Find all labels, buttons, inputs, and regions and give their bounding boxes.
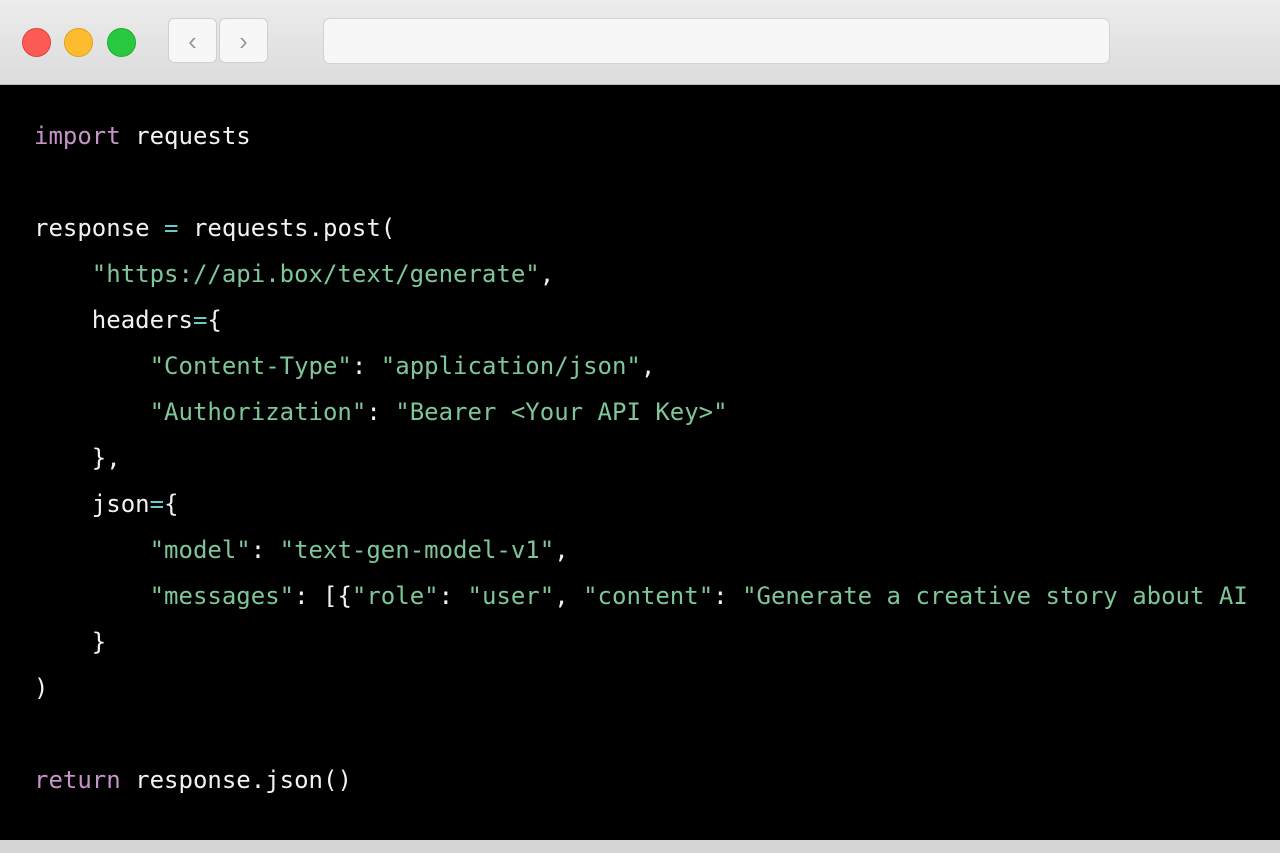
code-token-str: "messages" (149, 582, 295, 610)
code-token-id (34, 582, 150, 610)
back-button[interactable]: ‹ (168, 18, 217, 63)
code-token-kw: import (34, 122, 121, 150)
code-token-str: "Bearer <Your API Key>" (395, 398, 728, 426)
code-token-str: "application/json" (380, 352, 641, 380)
code-token-op: = (149, 490, 165, 518)
code-token-str: "role" (351, 582, 439, 610)
code-line: response = requests.post( (34, 205, 1280, 251)
code-token-pn: , (640, 352, 656, 380)
code-token-op: = (192, 306, 208, 334)
code-token-id (34, 352, 150, 380)
code-token-id (34, 260, 92, 288)
close-window-button[interactable] (22, 28, 51, 57)
chevron-left-icon: ‹ (188, 26, 197, 56)
code-token-str: "Authorization" (149, 398, 367, 426)
code-token-pn: }, (34, 444, 121, 472)
code-text: import requests response = requests.post… (0, 85, 1280, 803)
code-line: "model": "text-gen-model-v1", (34, 527, 1280, 573)
forward-button[interactable]: › (219, 18, 268, 63)
minimize-window-button[interactable] (64, 28, 93, 57)
code-token-id: requests.post( (178, 214, 396, 242)
code-token-op: = (164, 214, 179, 242)
code-token-pn: : (250, 536, 280, 564)
code-line: "Content-Type": "application/json", (34, 343, 1280, 389)
code-token-pn: : [{ (294, 582, 352, 610)
code-token-pn: : (351, 352, 381, 380)
code-line: "messages": [{"role": "user", "content":… (34, 573, 1280, 619)
code-token-str: "Generate a creative story about AI (742, 582, 1248, 610)
code-line: } (34, 619, 1280, 665)
code-token-pn: { (207, 306, 222, 334)
code-token-str: "model" (149, 536, 251, 564)
code-token-pn: ) (34, 674, 49, 702)
code-line: "Authorization": "Bearer <Your API Key>" (34, 389, 1280, 435)
code-token-str: "text-gen-model-v1" (279, 536, 555, 564)
code-token-pn: , (554, 582, 584, 610)
code-line: headers={ (34, 297, 1280, 343)
address-bar[interactable] (323, 18, 1110, 64)
code-token-id: headers (34, 306, 193, 334)
zoom-window-button[interactable] (107, 28, 136, 57)
code-token-str: "https://api.box/text/generate" (91, 260, 540, 288)
code-token-id (34, 398, 150, 426)
code-line: return response.json() (34, 757, 1280, 803)
code-token-id (34, 536, 150, 564)
code-token-str: "content" (583, 582, 714, 610)
code-line: ) (34, 665, 1280, 711)
code-token-id: requests (120, 122, 251, 150)
code-token-id: response.json() (120, 766, 352, 794)
chevron-right-icon: › (239, 26, 248, 56)
code-token-kw: return (34, 766, 121, 794)
code-token-pn: } (34, 628, 107, 656)
code-token-id: response (34, 214, 165, 242)
code-line: "https://api.box/text/generate", (34, 251, 1280, 297)
code-token-pn: : (713, 582, 743, 610)
code-token-str: "Content-Type" (149, 352, 352, 380)
code-block: import requests response = requests.post… (0, 85, 1280, 840)
code-token-pn: , (554, 536, 569, 564)
code-token-pn: : (438, 582, 468, 610)
code-token-pn: : (366, 398, 396, 426)
code-token-pn: , (539, 260, 555, 288)
browser-titlebar: ‹ › (0, 0, 1280, 85)
code-line: import requests (34, 113, 1280, 159)
code-token-pn: { (164, 490, 179, 518)
code-token-str: "user" (467, 582, 555, 610)
code-line: json={ (34, 481, 1280, 527)
window-bottom-edge (0, 840, 1280, 853)
code-token-id: json (34, 490, 150, 518)
code-line: }, (34, 435, 1280, 481)
